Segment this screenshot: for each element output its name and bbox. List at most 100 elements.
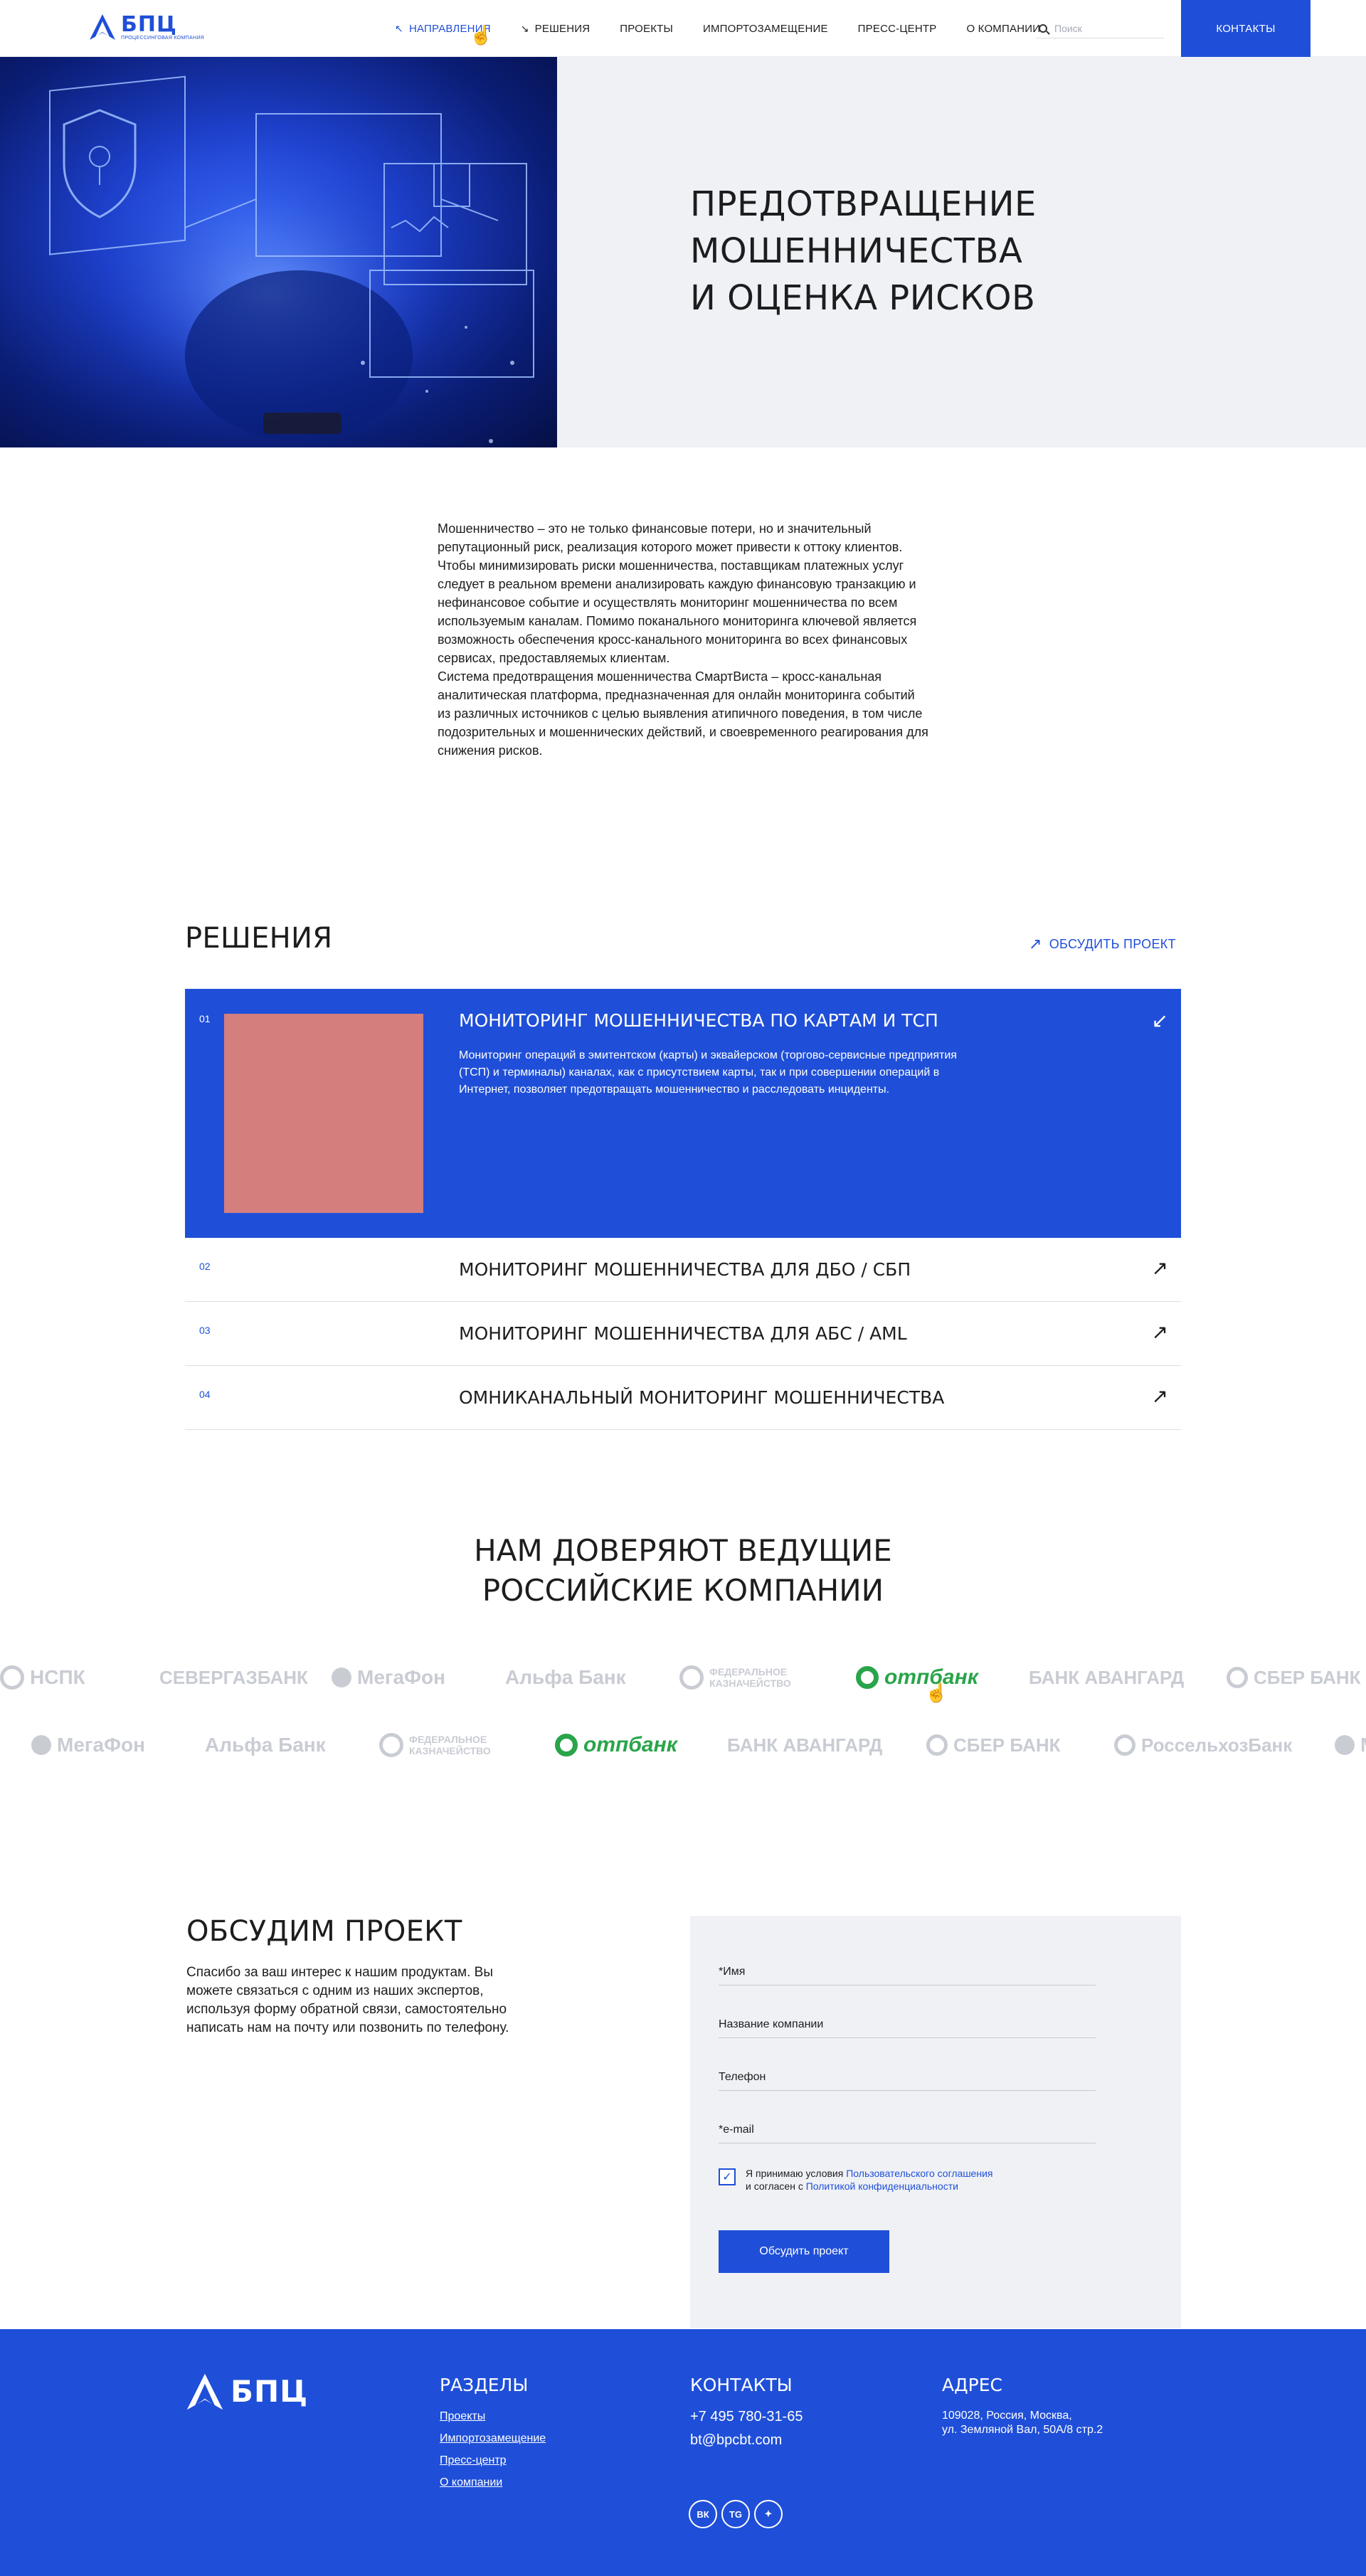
- partner-logo: ФЕДЕРАЛЬНОЕ КАЗНАЧЕЙСТВО: [679, 1656, 795, 1699]
- arrow-up-right-icon: ↗: [1029, 935, 1042, 953]
- partner-logo: БАНК АВАНГАРД: [1029, 1656, 1184, 1699]
- footer-email[interactable]: bt@bpcbt.com: [690, 2432, 782, 2449]
- partner-logo: М: [1335, 1724, 1366, 1766]
- partner-logo: Альфа Банк: [505, 1656, 626, 1699]
- intro-text: Мошенничество – это не только финансовые…: [438, 519, 928, 760]
- solution-number: 01: [199, 1013, 211, 1024]
- page-title-line: Предотвращение: [690, 184, 1037, 224]
- footer-logo[interactable]: БПЦ: [185, 2372, 308, 2412]
- footer-link-press-center[interactable]: Пресс-центр: [440, 2454, 507, 2467]
- privacy-policy-link[interactable]: Политикой конфиденциальности: [806, 2180, 958, 2192]
- footer-address-title: Адрес: [942, 2375, 1002, 2395]
- footer-phone[interactable]: +7 495 780-31-65: [690, 2409, 803, 2425]
- solution-number: 03: [199, 1325, 211, 1336]
- partner-name: отпбанк: [583, 1733, 677, 1756]
- logo-icon: [1335, 1735, 1355, 1755]
- nav-label: Проекты: [620, 22, 673, 35]
- discuss-project-link[interactable]: ↗ Обсудить проект: [1029, 935, 1176, 953]
- partner-logo: МегаФон: [332, 1656, 445, 1699]
- intro-paragraph: Система предотвращения мошенничества Сма…: [438, 669, 928, 758]
- solution-item[interactable]: 03 Мониторинг мошенничества для АБС / AM…: [185, 1302, 1181, 1366]
- company-field[interactable]: [719, 2014, 1096, 2031]
- vk-icon[interactable]: ВК: [689, 2500, 717, 2528]
- solution-title: Мониторинг мошенничества для ДБО / СБП: [459, 1259, 911, 1280]
- nav-item-about[interactable]: О компании: [966, 23, 1040, 35]
- arrow-down-right-icon: ↘: [520, 22, 529, 34]
- submit-button[interactable]: Обсудить проект: [719, 2230, 889, 2273]
- partner-logo: РоссельхозБанк: [1114, 1724, 1292, 1766]
- solutions-title: Решения: [185, 922, 333, 955]
- rshb-logo-icon: [1114, 1734, 1135, 1756]
- partner-logo: СБЕР БАНК: [1227, 1656, 1361, 1699]
- partner-name: БАНК АВАНГАРД: [1029, 1666, 1185, 1688]
- nav-item-solutions[interactable]: ↘ Решения: [521, 23, 591, 35]
- trust-title: Нам доверяют ведущие российские компании: [0, 1531, 1366, 1611]
- hand-cursor-icon: ☝: [470, 24, 493, 46]
- discuss-project-label: Обсудить проект: [1049, 936, 1176, 951]
- consent-checkbox[interactable]: ✓: [719, 2168, 736, 2185]
- site-footer: БПЦ Разделы Проекты Импортозамещение Пре…: [0, 2329, 1366, 2576]
- search-icon[interactable]: [1039, 23, 1047, 33]
- logo-subtitle: ПРОЦЕССИНГОВАЯ КОМПАНИЯ: [121, 35, 204, 41]
- arrow-down-left-icon[interactable]: ↙: [1152, 1009, 1168, 1032]
- solution-title: Омниканальный мониторинг мошенничества: [459, 1387, 945, 1408]
- search-input[interactable]: [1054, 22, 1154, 34]
- footer-link-import-substitution[interactable]: Импортозамещение: [440, 2432, 546, 2445]
- contacts-button[interactable]: Контакты: [1181, 0, 1311, 57]
- user-agreement-link[interactable]: Пользовательского соглашения: [846, 2168, 992, 2179]
- arrow-up-right-icon[interactable]: ↗: [1152, 1384, 1168, 1408]
- hero-image: [0, 57, 557, 447]
- solution-image: [224, 1014, 423, 1213]
- feedback-form: ✓ Я принимаю условия Пользовательского с…: [690, 1916, 1181, 2328]
- solution-title: Мониторинг мошенничества по картам и ТСП: [459, 1010, 938, 1031]
- partner-logo: НСПК: [0, 1656, 85, 1699]
- partner-name: Альфа Банк: [505, 1666, 626, 1688]
- star-icon[interactable]: ✦: [754, 2500, 783, 2528]
- partner-logo: Альфа Банк: [205, 1724, 326, 1766]
- intro-paragraph: Мошенничество – это не только финансовые…: [438, 521, 917, 665]
- arrow-up-right-icon[interactable]: ↗: [1152, 1320, 1168, 1344]
- footer-contacts-title: Контакты: [690, 2375, 793, 2395]
- phone-field-wrap: [719, 2067, 1096, 2091]
- emblem-icon: [379, 1733, 403, 1757]
- partner-logo: БАНК АВАНГАРД: [727, 1724, 882, 1766]
- consent-prefix: Я принимаю условия: [746, 2168, 847, 2179]
- nav-label: Пресс-центр: [857, 22, 937, 35]
- solution-item[interactable]: 02 Мониторинг мошенничества для ДБО / СБ…: [185, 1238, 1181, 1302]
- security-illustration: [49, 75, 534, 443]
- nav-item-projects[interactable]: Проекты: [620, 23, 673, 35]
- discuss-title: Обсудим проект: [186, 1915, 462, 1948]
- nav-item-press-center[interactable]: Пресс-центр: [858, 23, 937, 35]
- search-box: [1036, 18, 1164, 38]
- footer-logo-name: БПЦ: [231, 2374, 309, 2409]
- megafon-logo-icon: [332, 1668, 351, 1687]
- trust-title-line: Нам доверяют ведущие: [474, 1533, 892, 1568]
- sber-logo-icon: [1227, 1667, 1248, 1688]
- solution-item[interactable]: 04 Омниканальный мониторинг мошенничеств…: [185, 1366, 1181, 1430]
- email-field[interactable]: [719, 2119, 1096, 2136]
- hand-cursor-icon: ☝: [925, 1682, 948, 1703]
- megafon-logo-icon: [31, 1735, 51, 1755]
- solution-item-active[interactable]: 01 Мониторинг мошенничества по картам и …: [185, 989, 1181, 1238]
- solution-description: Мониторинг операций в эмитентском (карты…: [459, 1049, 957, 1096]
- main-nav: ↖ Направления ↘ Решения Проекты Импортоз…: [395, 0, 1070, 57]
- phone-field[interactable]: [719, 2067, 1096, 2084]
- nav-label: Решения: [534, 22, 591, 35]
- partner-name: НСПК: [30, 1666, 85, 1688]
- partner-name: М: [1360, 1734, 1366, 1756]
- partner-name: Альфа Банк: [205, 1734, 326, 1756]
- footer-link-projects[interactable]: Проекты: [440, 2410, 485, 2423]
- arrow-up-right-icon[interactable]: ↗: [1152, 1256, 1168, 1280]
- logo[interactable]: БПЦ ПРОЦЕССИНГОВАЯ КОМПАНИЯ: [88, 13, 204, 41]
- telegram-icon[interactable]: TG: [721, 2500, 750, 2528]
- footer-sections-title: Разделы: [440, 2375, 529, 2395]
- checkmark-icon: ✓: [722, 2171, 732, 2183]
- name-field[interactable]: [719, 1961, 1096, 1978]
- partner-name: СЕВЕРГАЗБАНК: [159, 1666, 308, 1688]
- footer-link-about[interactable]: О компании: [440, 2476, 502, 2489]
- partner-logo: СБЕР БАНК: [926, 1724, 1061, 1766]
- discuss-description: Спасибо за ваш интерес к нашим продуктам…: [186, 1965, 509, 2035]
- partner-logo: отпбанк: [555, 1724, 677, 1766]
- nav-item-import-substitution[interactable]: Импортозамещение: [703, 23, 828, 35]
- partner-name: ФЕДЕРАЛЬНОЕ КАЗНАЧЕЙСТВО: [409, 1734, 491, 1756]
